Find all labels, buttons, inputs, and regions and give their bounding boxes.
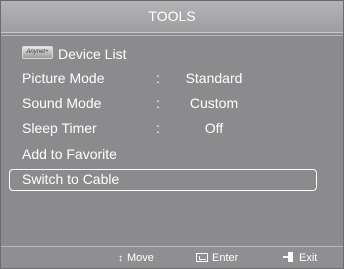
title-bar: TOOLS [1, 1, 343, 33]
exit-icon [283, 252, 295, 262]
tools-menu-panel: TOOLS Anynet+ Device List Picture Mode : … [0, 0, 344, 269]
menu-item-picture-mode[interactable]: Picture Mode : Standard [1, 69, 343, 89]
exit-label: Exit [299, 252, 318, 264]
sound-mode-separator: : [156, 95, 160, 111]
sound-mode-label: Sound Mode [22, 95, 102, 111]
exit-hint: Exit [283, 252, 317, 264]
menu-title: TOOLS [148, 8, 196, 24]
picture-mode-separator: : [156, 70, 160, 86]
sound-mode-value: Custom [189, 95, 239, 111]
enter-label: Enter [212, 252, 239, 264]
enter-icon [196, 253, 208, 262]
move-hint: ↕ Move [118, 252, 154, 264]
anynet-logo-icon: Anynet+ [22, 46, 53, 59]
menu-item-device-list[interactable]: Anynet+ Device List [1, 45, 343, 65]
footer-bar: ↕ Move Enter Exit [1, 247, 343, 268]
menu-item-sound-mode[interactable]: Sound Mode : Custom [1, 94, 343, 114]
device-list-text: Device List [58, 46, 127, 62]
menu-item-sleep-timer[interactable]: Sleep Timer : Off [1, 119, 343, 139]
add-to-favorite-label: Add to Favorite [22, 146, 117, 162]
switch-to-cable-label: Switch to Cable [22, 171, 120, 187]
menu-item-switch-to-cable[interactable]: Switch to Cable [1, 170, 343, 190]
up-down-arrows-icon: ↕ [118, 253, 123, 264]
menu-item-add-to-favorite[interactable]: Add to Favorite [1, 145, 343, 165]
sleep-timer-separator: : [156, 120, 160, 136]
move-label: Move [127, 252, 154, 264]
picture-mode-value: Standard [185, 70, 243, 86]
sleep-timer-value: Off [204, 120, 224, 136]
enter-hint: Enter [196, 252, 238, 264]
device-list-label: Anynet+ Device List [22, 46, 126, 62]
picture-mode-label: Picture Mode [22, 70, 105, 86]
sleep-timer-label: Sleep Timer [22, 120, 97, 136]
title-divider [1, 35, 343, 36]
